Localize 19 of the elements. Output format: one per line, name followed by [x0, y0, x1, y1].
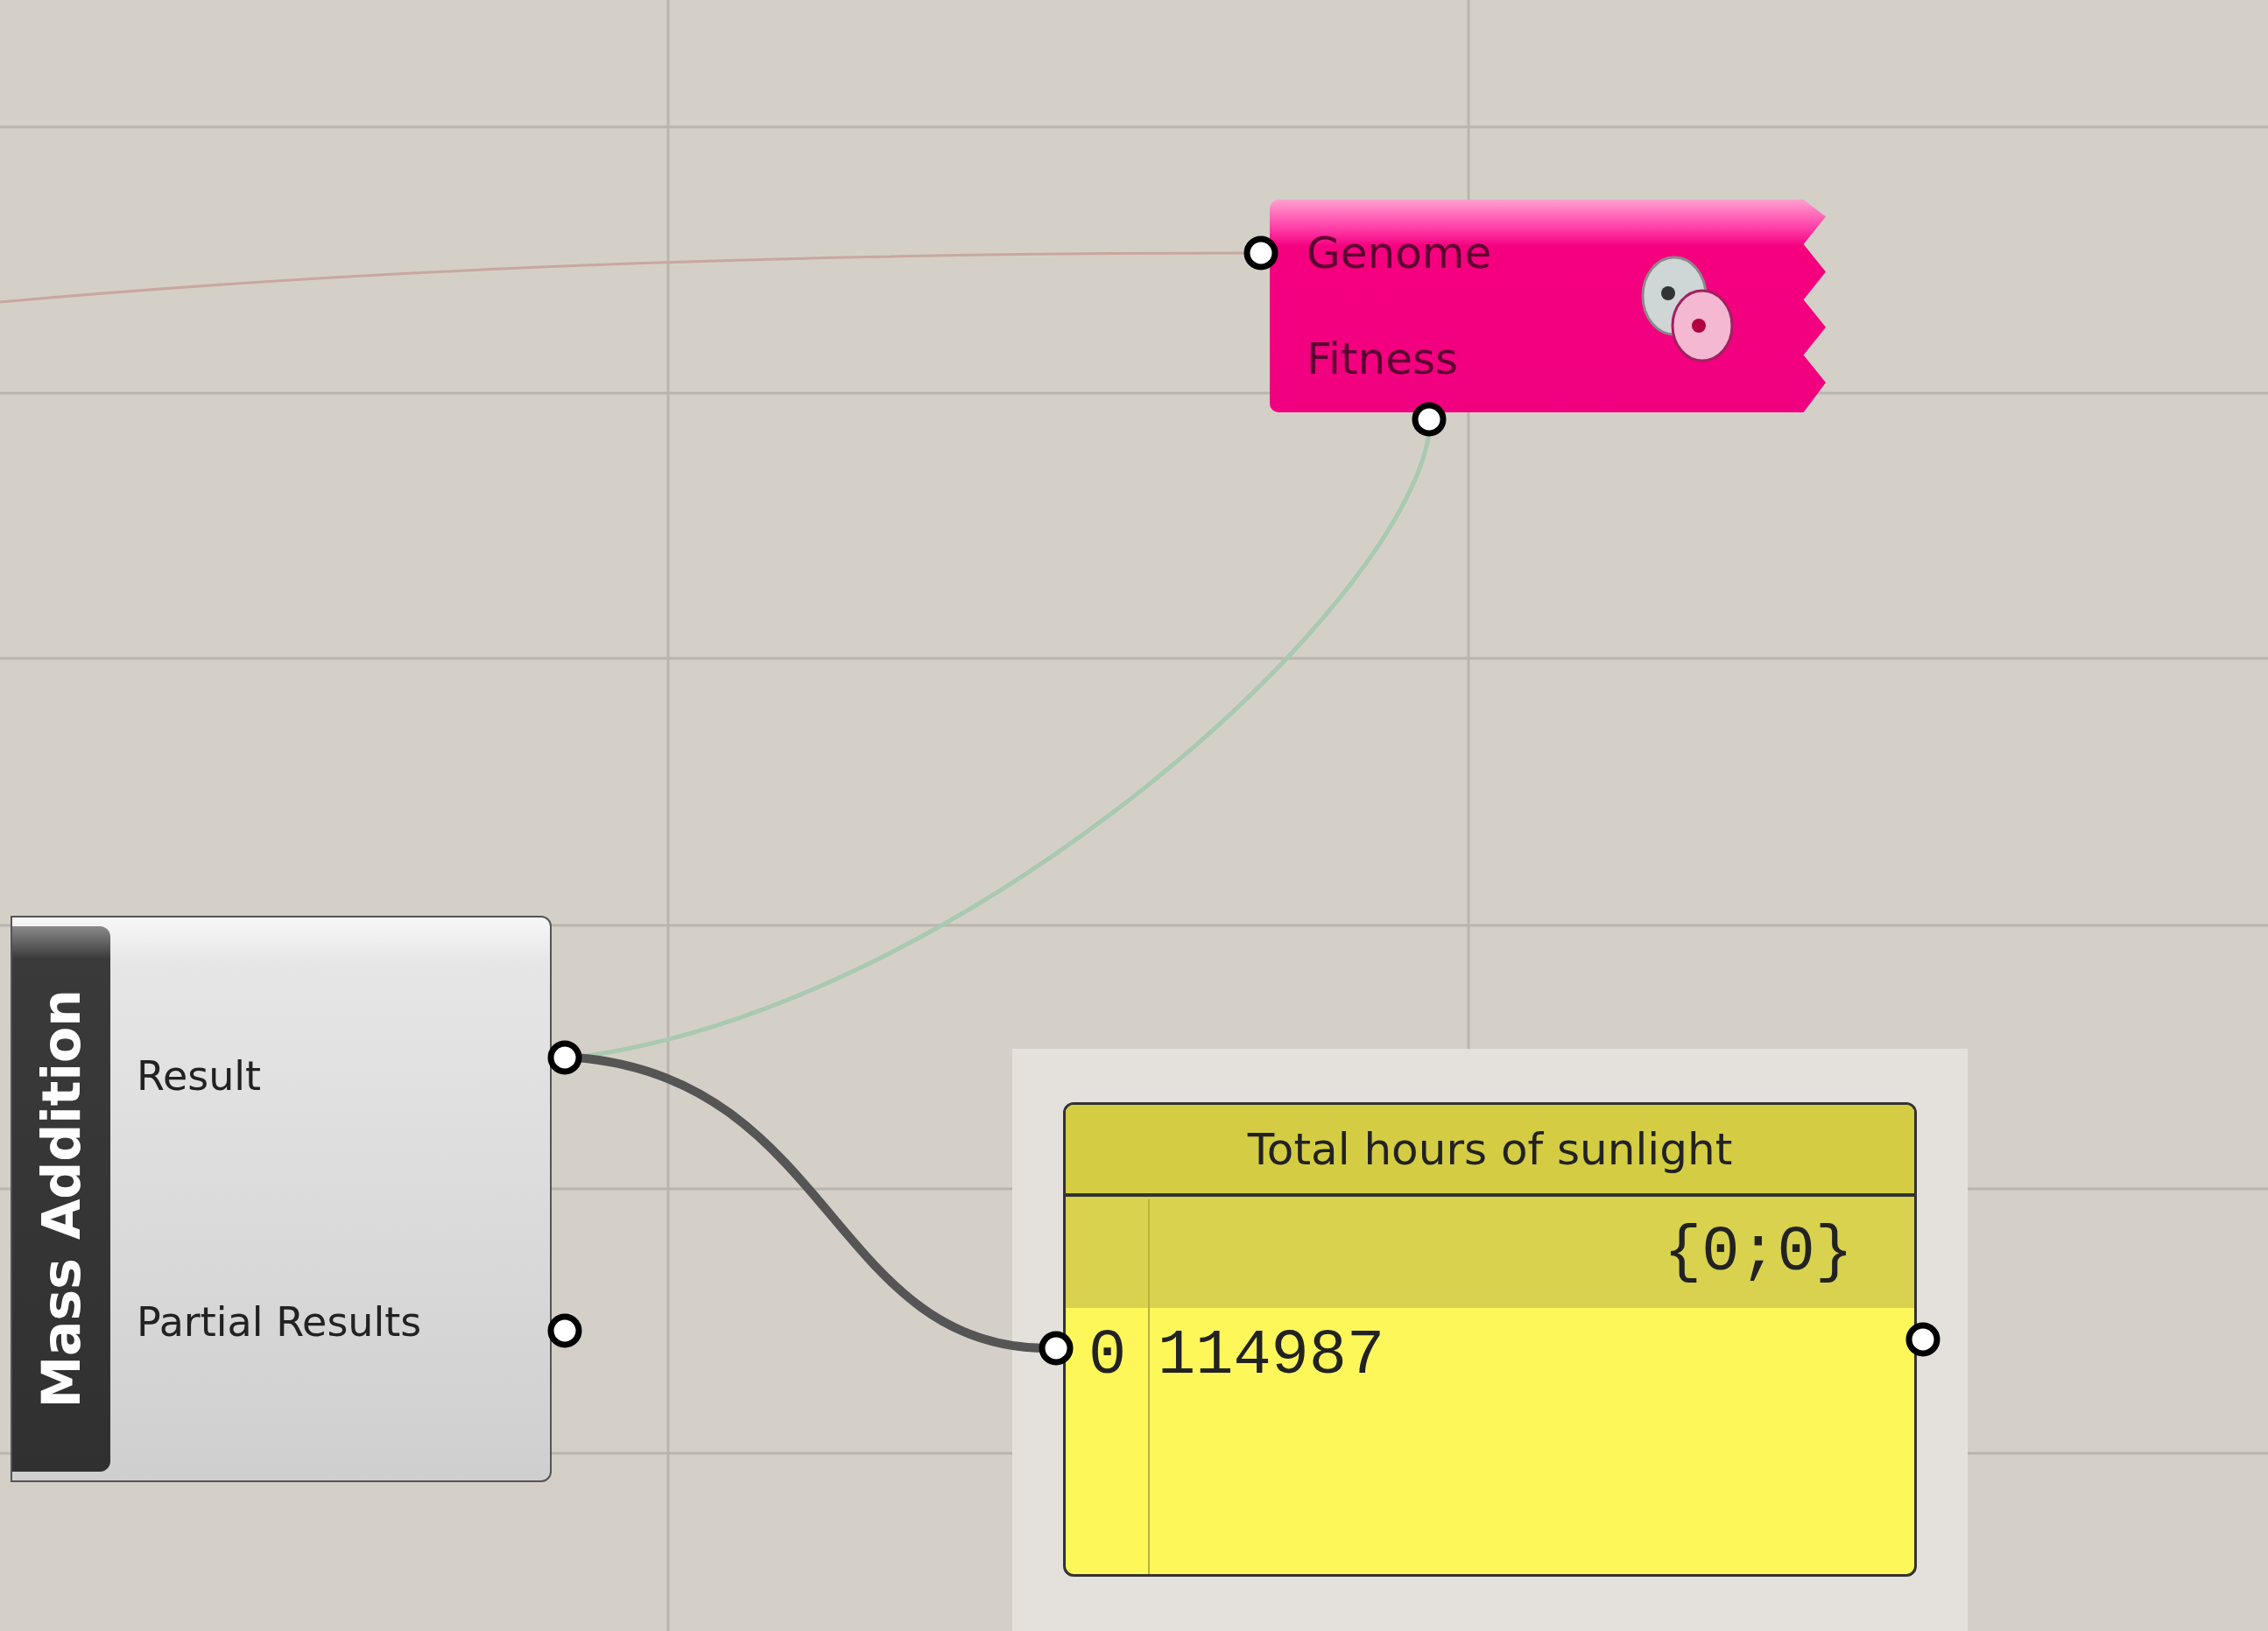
row-value: 114987 — [1157, 1320, 1385, 1392]
panel-node[interactable]: Total hours of sunlight {0;0} 0 114987 — [1063, 1102, 1917, 1577]
input-label: Genome — [1307, 230, 1493, 275]
connection-grip[interactable] — [1039, 1331, 1074, 1366]
node-title: Mass Addition — [31, 989, 92, 1409]
panel-title: Total hours of sunlight — [1066, 1105, 1914, 1197]
output-label: Partial Results — [137, 1298, 423, 1346]
row-index: 0 — [1087, 1320, 1128, 1392]
mass-addition-node[interactable]: Mass Addition Result Partial Results — [11, 916, 552, 1482]
connection-grip[interactable] — [1243, 236, 1278, 271]
tree-path: {0;0} — [1066, 1197, 1914, 1308]
galapagos-icon — [1641, 256, 1734, 362]
connection-grip[interactable] — [547, 1040, 582, 1075]
connection-grip[interactable] — [1412, 402, 1447, 437]
output-label: Result — [137, 1051, 263, 1100]
galapagos-node[interactable]: Genome Fitness — [1270, 200, 1826, 412]
connection-grip[interactable] — [1905, 1322, 1940, 1357]
input-label: Fitness — [1307, 337, 1460, 382]
connection-grip[interactable] — [547, 1313, 582, 1348]
